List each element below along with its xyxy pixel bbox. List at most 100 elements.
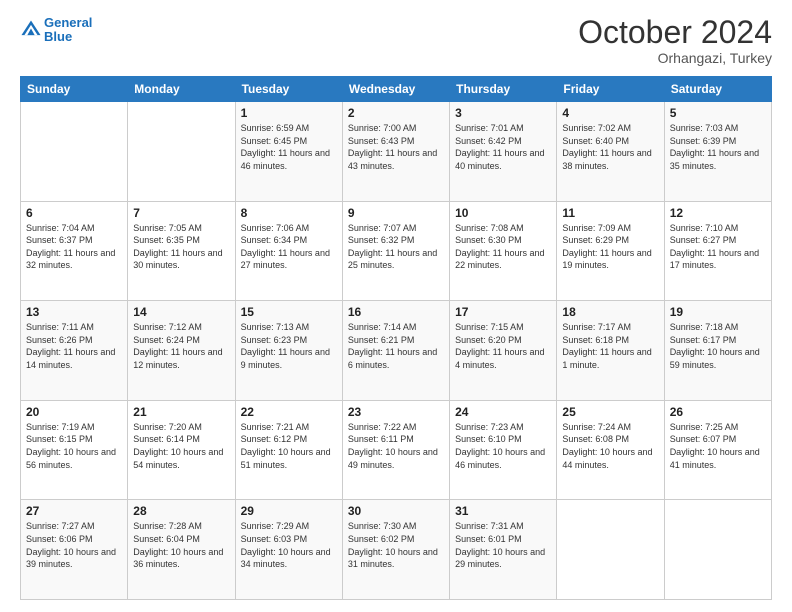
day-number: 28 (133, 504, 229, 518)
day-info: Sunrise: 7:25 AMSunset: 6:07 PMDaylight:… (670, 421, 766, 471)
calendar-day-cell: 24Sunrise: 7:23 AMSunset: 6:10 PMDayligh… (450, 400, 557, 500)
day-info: Sunrise: 7:01 AMSunset: 6:42 PMDaylight:… (455, 122, 551, 172)
calendar-day-cell: 30Sunrise: 7:30 AMSunset: 6:02 PMDayligh… (342, 500, 449, 600)
day-info: Sunrise: 7:23 AMSunset: 6:10 PMDaylight:… (455, 421, 551, 471)
weekday-header-cell: Friday (557, 77, 664, 102)
day-number: 13 (26, 305, 122, 319)
day-info: Sunrise: 7:17 AMSunset: 6:18 PMDaylight:… (562, 321, 658, 371)
logo-text: General Blue (44, 16, 92, 45)
day-info: Sunrise: 7:31 AMSunset: 6:01 PMDaylight:… (455, 520, 551, 570)
calendar-table: SundayMondayTuesdayWednesdayThursdayFrid… (20, 76, 772, 600)
header: General Blue October 2024 Orhangazi, Tur… (20, 16, 772, 66)
day-info: Sunrise: 7:15 AMSunset: 6:20 PMDaylight:… (455, 321, 551, 371)
calendar-week-row: 27 Sunrise: 7:27 AMSunset: 6:06 PMDayligh… (21, 500, 772, 600)
calendar-day-cell: 29 Sunrise: 7:29 AMSunset: 6:03 PMDayligh… (235, 500, 342, 600)
calendar-day-cell (557, 500, 664, 600)
day-number: 14 (133, 305, 229, 319)
calendar-header: SundayMondayTuesdayWednesdayThursdayFrid… (21, 77, 772, 102)
day-info: Sunrise: 7:30 AMSunset: 6:02 PMDaylight:… (348, 520, 444, 570)
day-number: 22 (241, 405, 337, 419)
day-number: 25 (562, 405, 658, 419)
calendar-day-cell: 9Sunrise: 7:07 AMSunset: 6:32 PMDaylight… (342, 201, 449, 301)
day-info: Sunrise: 7:11 AMSunset: 6:26 PMDaylight:… (26, 321, 122, 371)
day-info: Sunrise: 7:29 AMSunset: 6:03 PMDaylight:… (241, 520, 337, 570)
location: Orhangazi, Turkey (578, 50, 772, 66)
day-info: Sunrise: 7:09 AMSunset: 6:29 PMDaylight:… (562, 222, 658, 272)
calendar-day-cell: 10Sunrise: 7:08 AMSunset: 6:30 PMDayligh… (450, 201, 557, 301)
weekday-header-cell: Wednesday (342, 77, 449, 102)
day-number: 26 (670, 405, 766, 419)
calendar-day-cell: 4 Sunrise: 7:02 AMSunset: 6:40 PMDaylight… (557, 102, 664, 202)
day-number: 2 (348, 106, 444, 120)
calendar-day-cell: 31 Sunrise: 7:31 AMSunset: 6:01 PMDayligh… (450, 500, 557, 600)
calendar-day-cell: 28 Sunrise: 7:28 AMSunset: 6:04 PMDayligh… (128, 500, 235, 600)
day-number: 20 (26, 405, 122, 419)
day-number: 7 (133, 206, 229, 220)
day-info: Sunrise: 7:13 AMSunset: 6:23 PMDaylight:… (241, 321, 337, 371)
logo: General Blue (20, 16, 92, 45)
calendar-day-cell: 26 Sunrise: 7:25 AMSunset: 6:07 PMDayligh… (664, 400, 771, 500)
calendar-week-row: 6Sunrise: 7:04 AMSunset: 6:37 PMDaylight… (21, 201, 772, 301)
day-info: Sunrise: 7:02 AMSunset: 6:40 PMDaylight:… (562, 122, 658, 172)
day-number: 9 (348, 206, 444, 220)
page: General Blue October 2024 Orhangazi, Tur… (0, 0, 792, 612)
calendar-day-cell (664, 500, 771, 600)
calendar-day-cell: 23 Sunrise: 7:22 AMSunset: 6:11 PMDayligh… (342, 400, 449, 500)
day-number: 27 (26, 504, 122, 518)
day-number: 12 (670, 206, 766, 220)
day-info: Sunrise: 7:19 AMSunset: 6:15 PMDaylight:… (26, 421, 122, 471)
calendar-day-cell: 16 Sunrise: 7:14 AMSunset: 6:21 PMDayligh… (342, 301, 449, 401)
day-number: 8 (241, 206, 337, 220)
day-number: 16 (348, 305, 444, 319)
calendar-day-cell: 15 Sunrise: 7:13 AMSunset: 6:23 PMDayligh… (235, 301, 342, 401)
calendar-day-cell: 2 Sunrise: 7:00 AMSunset: 6:43 PMDaylight… (342, 102, 449, 202)
day-number: 31 (455, 504, 551, 518)
day-info: Sunrise: 7:24 AMSunset: 6:08 PMDaylight:… (562, 421, 658, 471)
weekday-header-row: SundayMondayTuesdayWednesdayThursdayFrid… (21, 77, 772, 102)
day-number: 29 (241, 504, 337, 518)
calendar-day-cell: 27 Sunrise: 7:27 AMSunset: 6:06 PMDayligh… (21, 500, 128, 600)
calendar-day-cell: 12 Sunrise: 7:10 AMSunset: 6:27 PMDayligh… (664, 201, 771, 301)
day-number: 10 (455, 206, 551, 220)
day-info: Sunrise: 7:28 AMSunset: 6:04 PMDaylight:… (133, 520, 229, 570)
weekday-header-cell: Sunday (21, 77, 128, 102)
day-number: 23 (348, 405, 444, 419)
day-number: 11 (562, 206, 658, 220)
calendar-day-cell: 22Sunrise: 7:21 AMSunset: 6:12 PMDayligh… (235, 400, 342, 500)
calendar-day-cell (128, 102, 235, 202)
calendar-week-row: 20 Sunrise: 7:19 AMSunset: 6:15 PMDayligh… (21, 400, 772, 500)
calendar-day-cell: 25 Sunrise: 7:24 AMSunset: 6:08 PMDayligh… (557, 400, 664, 500)
day-info: Sunrise: 7:10 AMSunset: 6:27 PMDaylight:… (670, 222, 766, 272)
calendar-day-cell: 18 Sunrise: 7:17 AMSunset: 6:18 PMDayligh… (557, 301, 664, 401)
calendar-day-cell: 1Sunrise: 6:59 AMSunset: 6:45 PMDaylight… (235, 102, 342, 202)
day-number: 15 (241, 305, 337, 319)
calendar-day-cell: 8Sunrise: 7:06 AMSunset: 6:34 PMDaylight… (235, 201, 342, 301)
calendar-day-cell: 13 Sunrise: 7:11 AMSunset: 6:26 PMDayligh… (21, 301, 128, 401)
day-info: Sunrise: 7:03 AMSunset: 6:39 PMDaylight:… (670, 122, 766, 172)
day-number: 21 (133, 405, 229, 419)
day-info: Sunrise: 7:22 AMSunset: 6:11 PMDaylight:… (348, 421, 444, 471)
day-number: 6 (26, 206, 122, 220)
calendar-day-cell: 3Sunrise: 7:01 AMSunset: 6:42 PMDaylight… (450, 102, 557, 202)
weekday-header-cell: Thursday (450, 77, 557, 102)
calendar-day-cell: 19 Sunrise: 7:18 AMSunset: 6:17 PMDayligh… (664, 301, 771, 401)
weekday-header-cell: Monday (128, 77, 235, 102)
calendar-day-cell: 14Sunrise: 7:12 AMSunset: 6:24 PMDayligh… (128, 301, 235, 401)
day-info: Sunrise: 7:14 AMSunset: 6:21 PMDaylight:… (348, 321, 444, 371)
calendar-week-row: 1Sunrise: 6:59 AMSunset: 6:45 PMDaylight… (21, 102, 772, 202)
day-number: 17 (455, 305, 551, 319)
calendar-day-cell (21, 102, 128, 202)
calendar-day-cell: 20 Sunrise: 7:19 AMSunset: 6:15 PMDayligh… (21, 400, 128, 500)
title-block: October 2024 Orhangazi, Turkey (578, 16, 772, 66)
weekday-header-cell: Saturday (664, 77, 771, 102)
day-info: Sunrise: 7:18 AMSunset: 6:17 PMDaylight:… (670, 321, 766, 371)
calendar-day-cell: 21Sunrise: 7:20 AMSunset: 6:14 PMDayligh… (128, 400, 235, 500)
day-number: 19 (670, 305, 766, 319)
day-number: 18 (562, 305, 658, 319)
calendar-day-cell: 17 Sunrise: 7:15 AMSunset: 6:20 PMDayligh… (450, 301, 557, 401)
day-info: Sunrise: 7:27 AMSunset: 6:06 PMDaylight:… (26, 520, 122, 570)
calendar-day-cell: 7Sunrise: 7:05 AMSunset: 6:35 PMDaylight… (128, 201, 235, 301)
day-number: 4 (562, 106, 658, 120)
day-info: Sunrise: 7:00 AMSunset: 6:43 PMDaylight:… (348, 122, 444, 172)
logo-icon (20, 19, 42, 41)
